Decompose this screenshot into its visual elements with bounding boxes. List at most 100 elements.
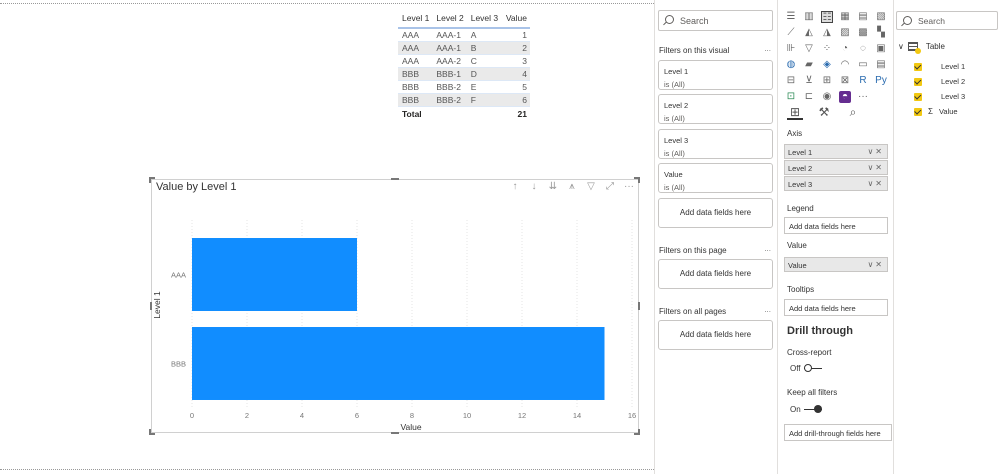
fields-tab-icon[interactable]: ⊞ [787,104,803,120]
table-row[interactable]: AAA AAA-2 C 3 [398,54,530,68]
stacked-bar-chart-icon[interactable]: ☰ [785,11,797,23]
donut-chart-icon[interactable]: ◌ [857,43,869,55]
shape-map-icon[interactable]: ◈ [821,59,833,71]
more-visuals-icon[interactable]: ··· [857,91,869,103]
filter-card-level-1[interactable]: Level 1 is (All) [658,60,773,90]
table-cell: E [466,80,502,94]
value-field[interactable]: Value ∨✕ [784,257,888,272]
checkbox-checked[interactable] [914,62,922,71]
table-row[interactable]: AAA AAA-1 B 2 [398,41,530,55]
axis-field-level-2[interactable]: Level 2 ∨✕ [784,160,888,175]
slicer-icon[interactable]: ⊻ [803,75,815,87]
table-row[interactable]: BBB BBB-1 D 4 [398,67,530,81]
checkbox-checked[interactable] [914,107,922,116]
legend-drop-zone[interactable]: Add data fields here [784,217,888,234]
chevron-down-close-icon[interactable]: ∨✕ [867,163,884,172]
resize-handle[interactable] [638,177,640,183]
table-icon[interactable]: ⊞ [821,75,833,87]
drill-through-title: Drill through [787,325,853,337]
line-column-chart-icon[interactable]: ▨ [839,27,851,39]
resize-handle[interactable] [638,429,640,435]
map-icon[interactable]: ◍ [785,59,797,71]
checkbox-checked[interactable] [914,77,922,86]
add-visual-filter-drop[interactable]: Add data fields here [658,198,773,228]
python-visual-icon[interactable]: Py [875,75,887,87]
clustered-bar-chart-icon[interactable]: ☷ [821,11,833,23]
axis-field-level-3[interactable]: Level 3 ∨✕ [784,176,888,191]
canvas-bottom-border [0,469,654,470]
fields-search-input[interactable]: Search [896,11,998,30]
100-stacked-column-chart-icon[interactable]: ▧ [875,11,887,23]
chevron-down-close-icon[interactable]: ∨✕ [867,260,884,269]
stacked-column-chart-icon[interactable]: ▥ [803,11,815,23]
filter-card-value[interactable]: Value is (All) [658,163,773,193]
resize-handle[interactable] [149,177,151,183]
keep-all-filters-toggle[interactable]: On [790,405,822,414]
stacked-area-chart-icon[interactable]: ◮ [821,27,833,39]
add-page-filter-drop[interactable]: Add data fields here [658,259,773,289]
matrix-icon[interactable]: ⊠ [839,75,851,87]
chevron-expanded-icon[interactable]: ∨ [898,42,904,51]
report-canvas[interactable]: Level 1 Level 2 Level 3 Value AAA AAA-1 A 1… [0,0,654,474]
filter-card-level-3[interactable]: Level 3 is (All) [658,129,773,159]
table-row[interactable]: AAA AAA-1 A 1 [398,28,530,42]
waterfall-chart-icon[interactable]: ⊪ [785,43,797,55]
scatter-chart-icon[interactable]: ⁘ [821,43,833,55]
table-row[interactable]: BBB BBB-2 E 5 [398,80,530,94]
100-stacked-bar-chart-icon[interactable]: ▤ [857,11,869,23]
analytics-magnifier-icon[interactable]: ⌕ [845,104,861,120]
card-icon[interactable]: ▭ [857,59,869,71]
area-chart-icon[interactable]: ◭ [803,27,815,39]
resize-handle[interactable] [638,302,640,310]
table-visual[interactable]: Level 1 Level 2 Level 3 Value AAA AAA-1 A 1… [398,10,530,120]
gauge-icon[interactable]: ◠ [839,59,851,71]
column-header[interactable]: Value [501,10,530,28]
axis-field-level-1[interactable]: Level 1 ∨✕ [784,144,888,159]
resize-handle[interactable] [149,429,151,435]
treemap-icon[interactable]: ▣ [875,43,887,55]
r-visual-icon[interactable]: R [857,75,869,87]
custom-visual-icon[interactable]: ◓ [839,91,851,103]
column-header[interactable]: Level 3 [467,10,501,28]
more-options-icon[interactable]: ... [764,44,771,53]
cross-report-toggle[interactable]: Off [790,364,822,373]
qa-visual-icon[interactable]: ◉ [821,91,833,103]
funnel-chart-icon[interactable]: ▽ [803,43,815,55]
column-header[interactable]: Level 2 [432,10,466,28]
pie-chart-icon[interactable]: ◔ [839,43,851,55]
multi-row-card-icon[interactable]: ▤ [875,59,887,71]
line-chart-icon[interactable]: ⟋ [785,27,797,39]
filters-search-input[interactable]: Search [658,10,773,31]
resize-handle[interactable] [391,178,399,180]
column-header[interactable]: Level 1 [398,10,432,28]
more-options-icon[interactable]: ... [764,305,771,314]
visual-gallery: ☰ ▥ ☷ ▦ ▤ ▧ ⟋ ◭ ◮ ▨ ▩ ▚ ⊪ ▽ ⁘ ◔ ◌ ▣ ◍ ▰ … [785,11,889,105]
field-value[interactable]: Σ Value [914,107,958,116]
table-cell: 2 [501,41,530,55]
filter-card-level-2[interactable]: Level 2 is (All) [658,94,773,124]
format-paint-roller-icon[interactable]: ⚒ [816,104,832,120]
chevron-down-close-icon[interactable]: ∨✕ [867,179,884,188]
table-row[interactable]: BBB BBB-2 F 6 [398,93,530,107]
field-level-2[interactable]: Level 2 [914,77,965,86]
key-influencers-icon[interactable]: ⊡ [785,91,797,103]
ribbon-chart-icon[interactable]: ▚ [875,27,887,39]
more-options-icon[interactable]: ... [764,244,771,253]
line-stacked-column-chart-icon[interactable]: ▩ [857,27,869,39]
clustered-column-chart-icon[interactable]: ▦ [839,11,851,23]
drill-through-drop-zone[interactable]: Add drill-through fields here [784,424,892,441]
chevron-down-close-icon[interactable]: ∨✕ [867,147,884,156]
bar-chart-visual[interactable]: Value by Level 1 ↑ ↓ ⇊ ⩚ ▽ ⤢ ··· 0 2 4 6 8 10… [151,179,639,433]
resize-handle[interactable] [150,302,152,310]
field-level-1[interactable]: Level 1 [914,62,965,71]
field-level-3[interactable]: Level 3 [914,92,965,101]
table-cell: B [466,41,502,55]
checkbox-checked[interactable] [914,92,922,101]
filled-map-icon[interactable]: ▰ [803,59,815,71]
table-node[interactable]: ∨ Table [898,42,945,54]
tooltips-drop-zone[interactable]: Add data fields here [784,299,888,316]
resize-handle[interactable] [391,432,399,434]
kpi-icon[interactable]: ⊟ [785,75,797,87]
add-report-filter-drop[interactable]: Add data fields here [658,320,773,350]
decomposition-tree-icon[interactable]: ⊏ [803,91,815,103]
